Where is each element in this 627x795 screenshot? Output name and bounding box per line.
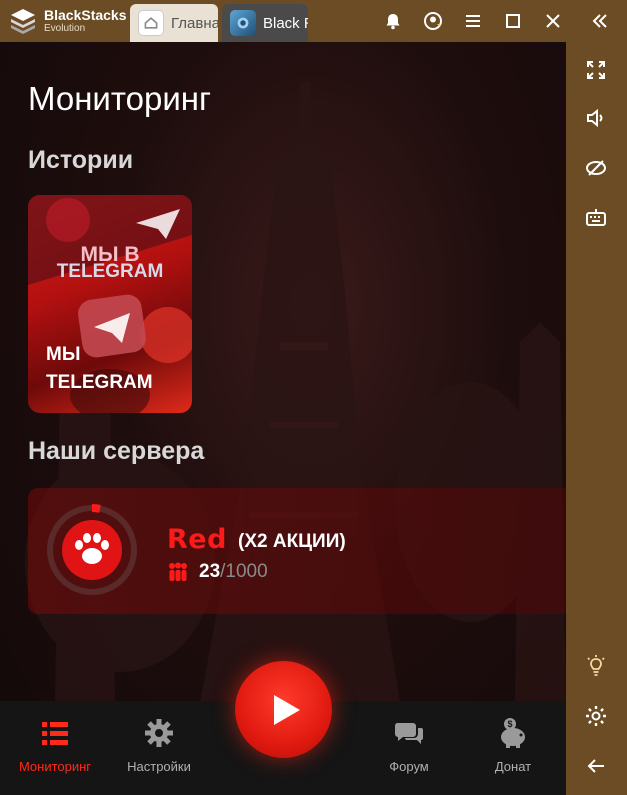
title-bar: BlackStacks Evolution Главная Black Russ… xyxy=(0,0,627,42)
nav-forum[interactable]: Форум xyxy=(354,717,464,774)
server-promo: (X2 АКЦИИ) xyxy=(238,531,346,552)
nav-donate-label: Донат xyxy=(494,759,532,774)
online-max: 1000 xyxy=(225,561,268,582)
nav-settings[interactable]: Настройки xyxy=(104,717,214,774)
fullscreen-icon[interactable] xyxy=(582,56,610,84)
bell-icon[interactable] xyxy=(373,0,413,42)
maximize-icon[interactable] xyxy=(493,0,533,42)
account-icon[interactable] xyxy=(413,0,453,42)
nav-monitoring-label: Мониторинг xyxy=(18,759,92,774)
brand: BlackStacks Evolution xyxy=(0,0,130,42)
brightness-icon[interactable] xyxy=(582,652,610,680)
chat-icon xyxy=(394,723,423,744)
server-card[interactable]: Red (X2 АКЦИИ) 23 / 1000 xyxy=(28,488,566,614)
svg-text:$: $ xyxy=(507,719,512,729)
tab-home[interactable]: Главная xyxy=(130,4,218,42)
server-online: 23 / 1000 xyxy=(167,561,268,583)
settings-icon[interactable] xyxy=(582,702,610,730)
home-icon xyxy=(138,10,164,36)
story-art-text-2: TELEGRAM xyxy=(57,261,164,282)
story-caption: МЫ TELEGRAM xyxy=(46,344,153,393)
nav-donate[interactable]: $ Донат xyxy=(458,717,566,774)
stories-heading: Истории xyxy=(28,146,134,174)
close-icon[interactable] xyxy=(533,0,573,42)
people-icon xyxy=(169,562,187,581)
nav-forum-label: Форум xyxy=(389,759,429,774)
hide-icon[interactable] xyxy=(582,154,610,182)
online-count: 23 xyxy=(199,561,221,582)
nav-settings-label: Настройки xyxy=(127,759,191,774)
play-button[interactable] xyxy=(235,661,332,758)
piggy-bank-icon: $ xyxy=(501,718,525,748)
tab-game[interactable]: Black Russia xyxy=(222,4,308,42)
list-icon xyxy=(42,722,68,745)
keyboard-icon[interactable] xyxy=(582,204,610,232)
back-icon[interactable] xyxy=(582,752,610,780)
brand-name: BlackStacks xyxy=(44,7,127,23)
play-icon xyxy=(273,694,300,725)
tab-game-label: Black Russia xyxy=(263,14,308,32)
window-actions xyxy=(373,0,627,42)
brand-sub: Evolution xyxy=(44,23,86,34)
brand-logo-icon xyxy=(8,6,38,36)
gear-icon xyxy=(145,719,173,747)
page-title: Мониторинг xyxy=(28,80,212,117)
nav-monitoring[interactable]: Мониторинг xyxy=(0,717,110,774)
volume-icon[interactable] xyxy=(582,104,610,132)
server-logo-icon xyxy=(47,504,137,595)
game-icon xyxy=(230,10,256,36)
servers-heading: Наши сервера xyxy=(28,437,205,465)
menu-icon[interactable] xyxy=(453,0,493,42)
launcher-app: Мониторинг Истории МЫ В TELEGRAM МЫ TELE… xyxy=(0,42,566,795)
collapse-icon[interactable] xyxy=(573,0,627,42)
story-card[interactable]: МЫ В TELEGRAM МЫ TELEGRAM xyxy=(28,195,192,413)
emulator-sidebar xyxy=(566,42,627,795)
server-name: Red xyxy=(167,524,227,555)
tab-home-label: Главная xyxy=(171,14,218,32)
